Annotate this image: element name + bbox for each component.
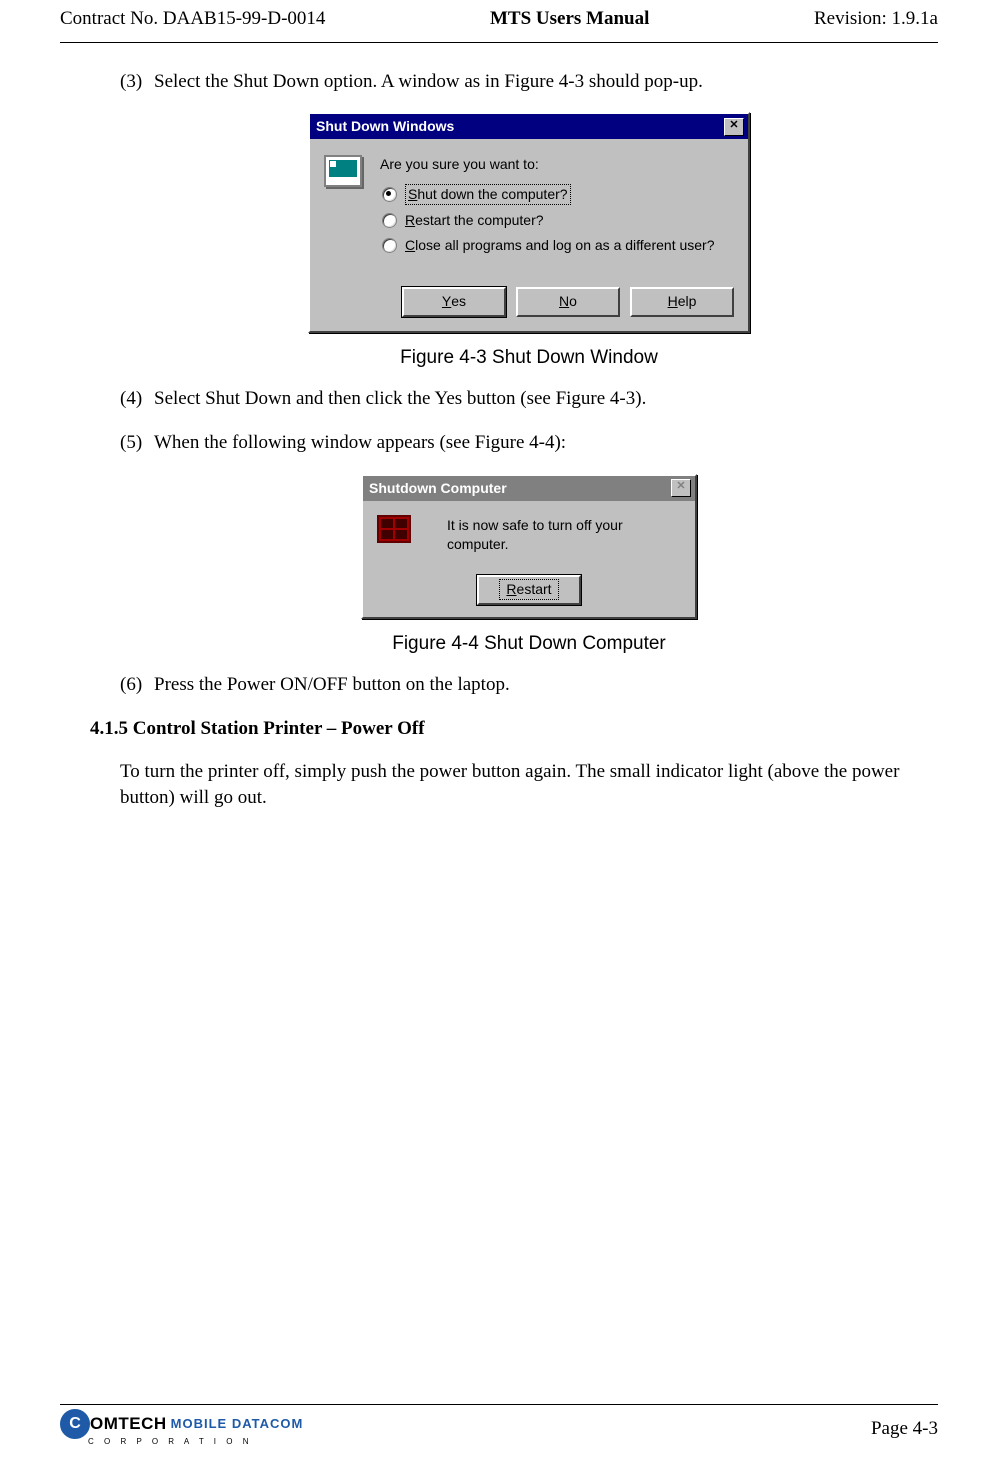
section-heading: 4.1.5 Control Station Printer – Power Of… bbox=[60, 716, 938, 742]
radio-dot-off-icon bbox=[382, 238, 397, 253]
logo-icon: C bbox=[60, 1409, 90, 1439]
logo-text-mobile-datacom: MOBILE DATACOM bbox=[171, 1415, 304, 1433]
shutdown-windows-dialog: Shut Down Windows ✕ Are you sure you wan… bbox=[308, 112, 750, 332]
step-4: (4) Select Shut Down and then click the … bbox=[120, 386, 938, 412]
step-4-text: Select Shut Down and then click the Yes … bbox=[154, 386, 646, 412]
step-4-num: (4) bbox=[120, 386, 154, 412]
step-3: (3) Select the Shut Down option. A windo… bbox=[120, 69, 938, 95]
page-header: Contract No. DAAB15-99-D-0014 MTS Users … bbox=[60, 6, 938, 40]
section-paragraph: To turn the printer off, simply push the… bbox=[60, 759, 938, 810]
company-logo: C OMTECH MOBILE DATACOM C O R P O R A T … bbox=[60, 1409, 303, 1448]
footer-rule bbox=[60, 1404, 938, 1405]
restart-button[interactable]: Restart bbox=[477, 575, 581, 605]
step-5: (5) When the following window appears (s… bbox=[120, 430, 938, 456]
header-right: Revision: 1.9.1a bbox=[814, 6, 938, 32]
dialog-prompt: Are you sure you want to: bbox=[380, 155, 734, 174]
step-5-text: When the following window appears (see F… bbox=[154, 430, 566, 456]
shutdown-icon bbox=[377, 515, 417, 555]
page-footer: C OMTECH MOBILE DATACOM C O R P O R A T … bbox=[60, 1395, 938, 1448]
yes-button[interactable]: Yes bbox=[402, 287, 506, 317]
dialog-titlebar[interactable]: Shut Down Windows ✕ bbox=[310, 114, 748, 139]
step-6-num: (6) bbox=[120, 672, 154, 698]
step-6: (6) Press the Power ON/OFF button on the… bbox=[120, 672, 938, 698]
radio-dot-off-icon bbox=[382, 213, 397, 228]
dialog-titlebar[interactable]: Shutdown Computer ✕ bbox=[363, 476, 695, 501]
step-3-text: Select the Shut Down option. A window as… bbox=[154, 69, 703, 95]
monitor-icon bbox=[324, 155, 364, 195]
no-button[interactable]: No bbox=[516, 287, 620, 317]
help-button[interactable]: Help bbox=[630, 287, 734, 317]
logo-text-omtech: OMTECH bbox=[90, 1413, 167, 1436]
header-center: MTS Users Manual bbox=[490, 6, 649, 32]
dialog-title: Shutdown Computer bbox=[369, 479, 507, 498]
close-icon[interactable]: ✕ bbox=[724, 118, 744, 136]
radio-dot-on-icon bbox=[382, 187, 397, 202]
step-3-num: (3) bbox=[120, 69, 154, 95]
shutdown-computer-dialog: Shutdown Computer ✕ It is now safe to tu… bbox=[361, 474, 697, 619]
step-5-num: (5) bbox=[120, 430, 154, 456]
page-number: Page 4-3 bbox=[871, 1416, 938, 1442]
figure-4-4-caption: Figure 4-4 Shut Down Computer bbox=[120, 631, 938, 657]
logo-subtext: C O R P O R A T I O N bbox=[88, 1437, 303, 1448]
radio-shutdown[interactable]: Shut down the computer? bbox=[382, 184, 734, 205]
header-left: Contract No. DAAB15-99-D-0014 bbox=[60, 6, 325, 32]
dialog-title: Shut Down Windows bbox=[316, 117, 454, 136]
dialog-message: It is now safe to turn off your computer… bbox=[447, 516, 681, 554]
radio-restart[interactable]: Restart the computer? bbox=[382, 211, 734, 230]
figure-4-3-caption: Figure 4-3 Shut Down Window bbox=[120, 345, 938, 371]
close-icon[interactable]: ✕ bbox=[671, 479, 691, 497]
radio-logoff[interactable]: Close all programs and log on as a diffe… bbox=[382, 236, 734, 255]
header-rule bbox=[60, 42, 938, 43]
step-6-text: Press the Power ON/OFF button on the lap… bbox=[154, 672, 510, 698]
